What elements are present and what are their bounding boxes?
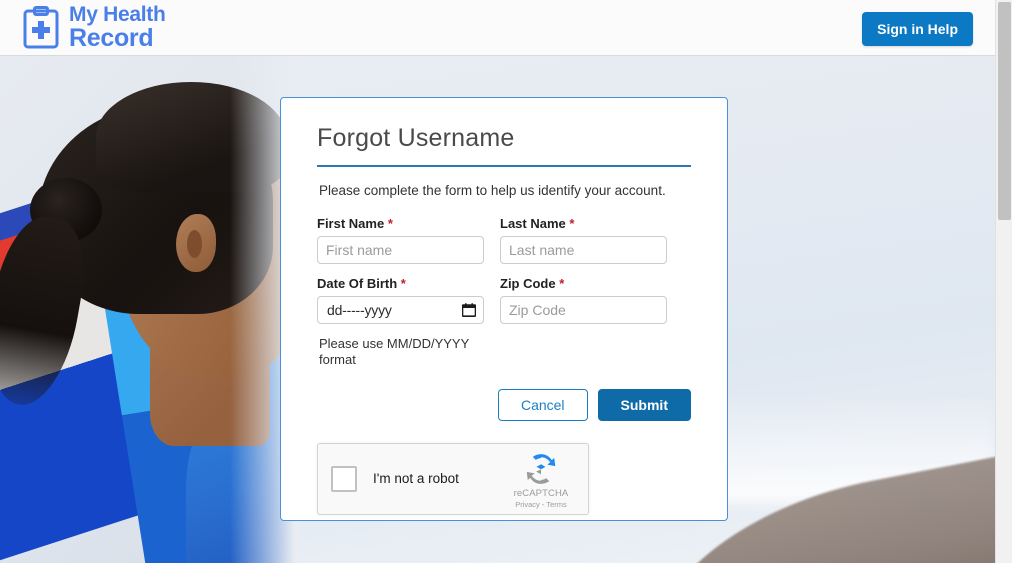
last-name-field-group: Last Name * [500, 216, 667, 264]
cancel-button[interactable]: Cancel [497, 388, 588, 421]
last-name-input[interactable] [500, 236, 667, 264]
form-actions: Cancel Submit [317, 388, 691, 421]
dob-label: Date Of Birth * [317, 276, 484, 291]
page-scrollbar[interactable] [995, 0, 1012, 563]
dob-placeholder-text: dd-----yyyy [327, 302, 392, 318]
brand-line-1: My Health [69, 3, 166, 26]
dob-field-group: Date Of Birth * dd-----yyyy [317, 276, 484, 324]
zip-label: Zip Code * [500, 276, 667, 291]
zip-required-marker: * [559, 276, 565, 291]
zip-field-group: Zip Code * [500, 276, 667, 324]
recaptcha-privacy-terms[interactable]: Privacy - Terms [503, 500, 579, 509]
last-name-label-text: Last Name [500, 216, 566, 231]
first-name-label-text: First Name [317, 216, 385, 231]
recaptcha-brand-name: reCAPTCHA [513, 487, 569, 499]
zip-label-text: Zip Code [500, 276, 556, 291]
sign-in-help-button[interactable]: Sign in Help [862, 12, 973, 46]
forgot-username-card: Forgot Username Please complete the form… [280, 97, 728, 521]
brand-wordmark: My Health Record [69, 4, 166, 51]
recaptcha-branding: reCAPTCHA Privacy - Terms [503, 452, 579, 509]
brand-line-2: Record [69, 24, 154, 52]
recaptcha-widget[interactable]: I'm not a robot reCAPTCHA Privacy - Term… [317, 442, 589, 515]
calendar-icon[interactable] [462, 303, 476, 317]
page-title: Forgot Username [317, 124, 515, 152]
recaptcha-logo-icon [526, 453, 556, 484]
brand-logo[interactable]: My Health Record [22, 4, 166, 51]
dob-format-hint: Please use MM/DD/YYYY format [319, 336, 470, 368]
form-intro-text: Please complete the form to help us iden… [319, 183, 666, 198]
zip-code-input[interactable] [500, 296, 667, 324]
recaptcha-label: I'm not a robot [373, 471, 459, 486]
scrollbar-thumb[interactable] [998, 2, 1011, 220]
name-row: First Name * Last Name * [317, 216, 691, 264]
submit-button[interactable]: Submit [597, 388, 691, 421]
recaptcha-checkbox[interactable] [331, 465, 357, 492]
clipboard-plus-icon [23, 5, 59, 48]
first-name-field-group: First Name * [317, 216, 484, 264]
first-name-required-marker: * [387, 216, 393, 231]
title-underline [317, 165, 691, 167]
person-ear [176, 214, 216, 272]
first-name-label: First Name * [317, 216, 484, 231]
app-header: My Health Record Sign in Help [0, 0, 995, 56]
dob-input[interactable]: dd-----yyyy [317, 296, 484, 324]
last-name-required-marker: * [569, 216, 575, 231]
last-name-label: Last Name * [500, 216, 667, 231]
dob-zip-row: Date Of Birth * dd-----yyyy Zip Code * [317, 276, 691, 324]
background-person [0, 56, 300, 563]
dob-required-marker: * [400, 276, 406, 291]
first-name-input[interactable] [317, 236, 484, 264]
dob-label-text: Date Of Birth [317, 276, 398, 291]
